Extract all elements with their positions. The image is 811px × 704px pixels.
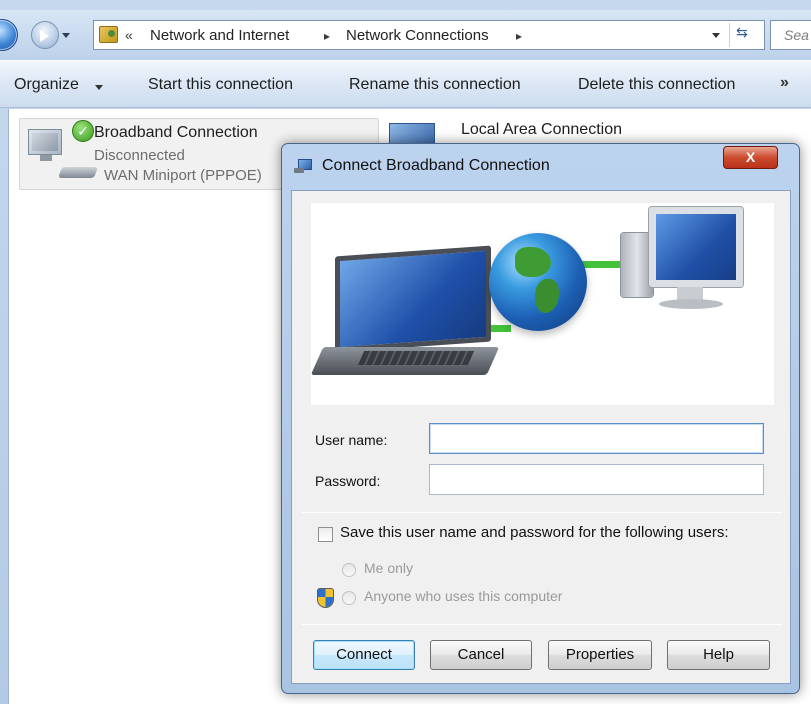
dialog-title: Connect Broadband Connection [322,157,550,174]
breadcrumb-separator[interactable]: ▸ [324,29,330,43]
password-label: Password: [315,473,381,489]
dialog-network-icon [294,159,312,175]
laptop-keyboard [357,351,475,365]
modem-icon [57,167,99,178]
radio-me-only-label[interactable]: Me only [364,560,413,576]
save-credentials-label[interactable]: Save this user name and password for the… [340,524,729,541]
uac-shield-icon [317,588,334,608]
forward-icon[interactable] [31,21,59,49]
desktop-monitor-icon [649,207,743,287]
divider [302,624,782,625]
search-placeholder: Sea [784,27,809,43]
connection-name: Broadband Connection [94,124,258,141]
breadcrumb-network-internet[interactable]: Network and Internet [150,27,289,44]
dialog-body: User name: Password: Save this user name… [291,190,791,684]
search-input[interactable]: Sea [770,20,811,50]
command-toolbar: Organize Start this connection Rename th… [0,60,811,108]
start-connection-button[interactable]: Start this connection [148,76,293,94]
close-button[interactable]: X [723,146,778,169]
breadcrumb-overflow[interactable]: « [125,27,133,43]
connected-check-icon: ✓ [72,120,94,142]
connect-dialog: Connect Broadband Connection X User name… [281,143,800,694]
connection-illustration [310,203,774,405]
delete-connection-button[interactable]: Delete this connection [578,76,735,94]
save-credentials-checkbox[interactable] [318,527,333,542]
username-label: User name: [315,432,388,448]
toolbar-overflow-button[interactable]: » [780,74,789,92]
divider [302,512,782,513]
organize-button[interactable]: Organize [14,76,79,94]
properties-button[interactable]: Properties [548,640,652,670]
connection-status: Disconnected [94,147,185,164]
laptop-icon [335,245,491,353]
address-folder-icon [99,26,118,43]
address-field[interactable]: « Network and Internet ▸ Network Connect… [93,20,765,50]
radio-anyone[interactable] [342,591,356,605]
rename-connection-button[interactable]: Rename this connection [349,76,521,94]
connect-button[interactable]: Connect [313,640,415,670]
monitor-foot [659,299,723,309]
refresh-icon[interactable]: ⇆ [736,24,748,41]
help-button[interactable]: Help [667,640,770,670]
recent-pages-dropdown[interactable] [62,33,70,38]
password-input[interactable] [429,464,764,495]
breadcrumb-separator[interactable]: ▸ [516,29,522,43]
globe-icon [489,233,587,331]
address-dropdown-icon[interactable] [712,33,720,38]
address-divider [729,23,730,47]
network-computer-icon [28,129,70,163]
username-input[interactable] [429,423,764,454]
connection-item-local-area[interactable]: Local Area Connection [461,121,622,139]
connection-device: WAN Miniport (PPPOE) [104,167,262,184]
cancel-button[interactable]: Cancel [430,640,532,670]
radio-anyone-label[interactable]: Anyone who uses this computer [364,588,562,604]
radio-me-only[interactable] [342,563,356,577]
organize-dropdown-icon[interactable] [95,85,103,90]
breadcrumb-network-connections[interactable]: Network Connections [346,27,489,44]
